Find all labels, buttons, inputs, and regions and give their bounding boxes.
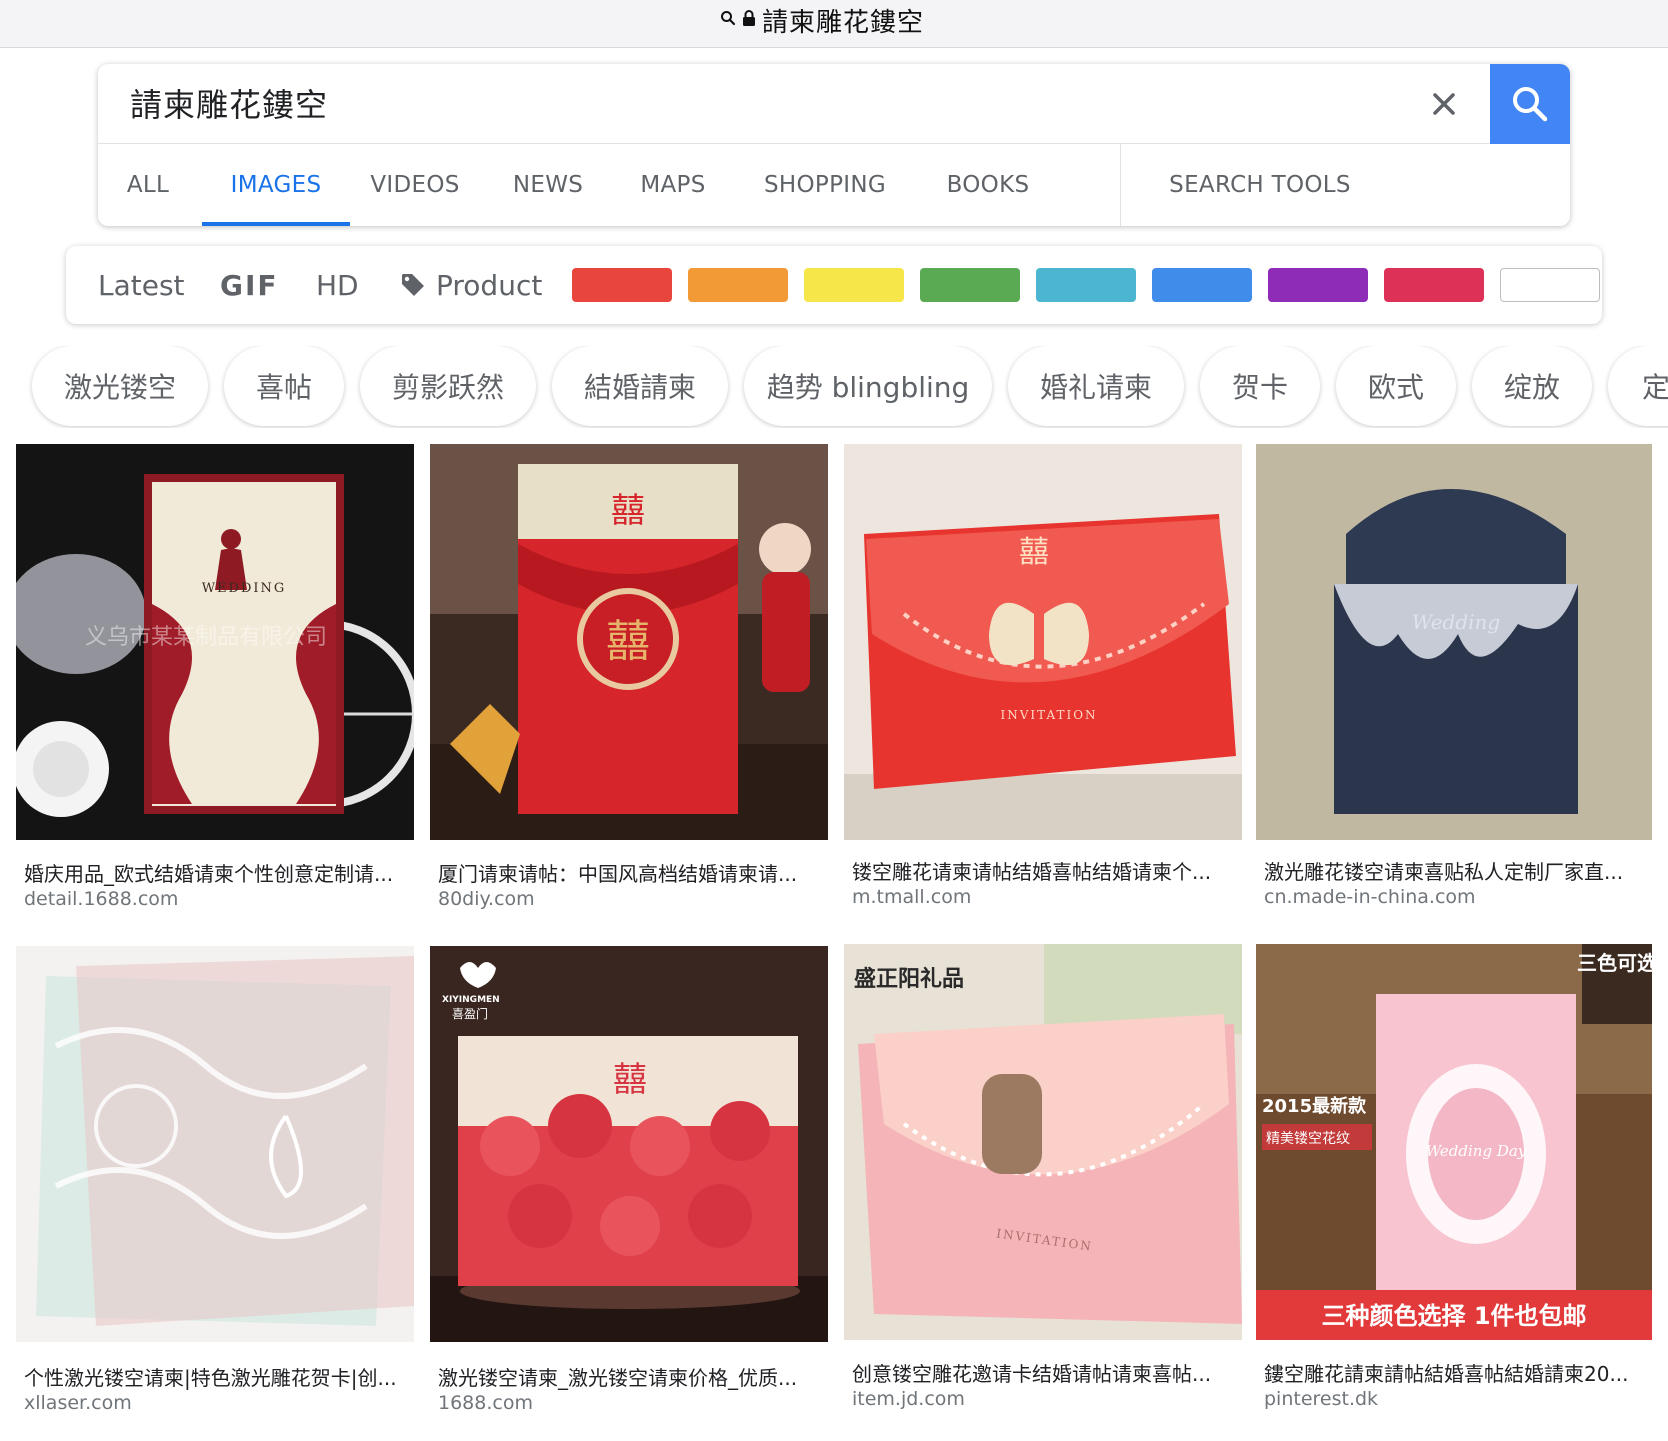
- filter-hd[interactable]: HD: [316, 246, 359, 324]
- chip-suggestion[interactable]: 绽放: [1472, 346, 1592, 426]
- search-input[interactable]: 請柬雕花鏤空: [130, 80, 328, 126]
- filter-product-label: Product: [436, 268, 543, 302]
- color-swatch-purple[interactable]: [1268, 268, 1368, 302]
- card-text: Wedding Day: [1426, 1142, 1527, 1160]
- clear-search-button[interactable]: [1418, 78, 1470, 130]
- color-swatch-orange[interactable]: [688, 268, 788, 302]
- tab-images[interactable]: IMAGES: [202, 144, 350, 226]
- color-swatch-yellow[interactable]: [804, 268, 904, 302]
- color-swatch-red[interactable]: [572, 268, 672, 302]
- result-source: xllaser.com: [24, 1392, 132, 1414]
- result-title[interactable]: 厦门请柬请帖：中国风高档结婚请柬请...: [438, 858, 828, 887]
- result-source: pinterest.dk: [1264, 1388, 1379, 1410]
- tag-icon: [402, 274, 424, 296]
- tab-shopping[interactable]: SHOPPING: [762, 144, 888, 226]
- color-swatch-blue[interactable]: [1152, 268, 1252, 302]
- tab-videos[interactable]: VIDEOS: [370, 144, 460, 226]
- result-title[interactable]: 个性激光镂空请柬|特色激光雕花贺卡|创...: [24, 1362, 414, 1391]
- year-text: 2015最新款: [1262, 1095, 1367, 1117]
- card-text: Wedding: [1412, 610, 1500, 634]
- search-button[interactable]: [1490, 64, 1570, 144]
- result-thumbnail[interactable]: Wedding: [1256, 444, 1654, 840]
- card-symbol-top: 囍: [611, 491, 645, 531]
- banner-text: 三种颜色选择 1件也包邮: [1321, 1302, 1586, 1330]
- result-thumbnail[interactable]: Wedding Day 三色可选 2015最新款 精美镂空花纹 三种颜色选择 1…: [1256, 944, 1654, 1340]
- chip-suggestion[interactable]: 喜帖: [224, 346, 344, 426]
- chip-suggestion[interactable]: 剪影跃然: [360, 346, 536, 426]
- tab-news[interactable]: NEWS: [508, 144, 588, 226]
- chip-suggestion[interactable]: 贺卡: [1200, 346, 1320, 426]
- tab-maps[interactable]: MAPS: [636, 144, 710, 226]
- result-thumbnail[interactable]: 囍 XIYINGMEN 喜盈门: [430, 946, 828, 1342]
- color-swatch-teal[interactable]: [1036, 268, 1136, 302]
- color-swatch-white[interactable]: [1500, 268, 1600, 302]
- result-source: m.tmall.com: [852, 886, 972, 908]
- card-text: INVITATION: [1000, 708, 1097, 722]
- close-icon: [1433, 93, 1455, 115]
- search-row: 請柬雕花鏤空: [98, 64, 1570, 144]
- chip-suggestion[interactable]: 婚礼请柬: [1008, 346, 1184, 426]
- result-title[interactable]: 激光镂空请柬_激光镂空请柬价格_优质...: [438, 1362, 828, 1391]
- result-source: cn.made-in-china.com: [1264, 886, 1476, 908]
- card-symbol: 囍: [1019, 535, 1049, 570]
- search-card: 請柬雕花鏤空 ALL IMAGES VIDEOS NEWS MAPS SHOPP…: [98, 64, 1570, 226]
- brand-text-cn: 喜盈门: [452, 1006, 488, 1021]
- subtitle-text: 精美镂空花纹: [1266, 1131, 1350, 1147]
- image-result[interactable]: INVITATION 盛正阳礼品 创意镂空雕花邀请卡结婚请帖请柬喜帖... it…: [844, 944, 1242, 1414]
- card-text: WEDDING: [202, 581, 287, 596]
- result-title[interactable]: 创意镂空雕花邀请卡结婚请帖请柬喜帖...: [852, 1358, 1242, 1387]
- image-result[interactable]: 囍 XIYINGMEN 喜盈门 激光镂空请柬_激光镂空请柬价格_优质... 16…: [430, 946, 828, 1416]
- search-tabs: ALL IMAGES VIDEOS NEWS MAPS SHOPPING BOO…: [98, 144, 1570, 226]
- result-source: detail.1688.com: [24, 888, 179, 910]
- filter-latest[interactable]: Latest: [98, 246, 185, 324]
- filter-bar: Latest GIF HD Product: [66, 246, 1602, 324]
- image-result[interactable]: Wedding Day 三色可选 2015最新款 精美镂空花纹 三种颜色选择 1…: [1256, 944, 1654, 1414]
- result-source: item.jd.com: [852, 1388, 965, 1410]
- brand-text: XIYINGMEN: [442, 995, 500, 1005]
- suggestion-chips: 激光镂空 喜帖 剪影跃然 結婚請柬 趋势 blingbling 婚礼请柬 贺卡 …: [0, 346, 1668, 428]
- url-display[interactable]: 請柬雕花鏤空: [720, 4, 925, 38]
- lock-icon: [742, 9, 756, 31]
- result-source: 1688.com: [438, 1392, 533, 1414]
- tab-divider: [1120, 144, 1121, 226]
- tab-all[interactable]: ALL: [118, 144, 178, 226]
- url-text: 請柬雕花鏤空: [762, 7, 925, 38]
- filter-gif[interactable]: GIF: [220, 246, 279, 324]
- result-title[interactable]: 激光雕花镂空请柬喜贴私人定制厂家直...: [1264, 856, 1654, 885]
- search-icon: [720, 10, 736, 30]
- brand-text: 盛正阳礼品: [854, 966, 964, 992]
- watermark-text: 义乌市某某制品有限公司: [85, 625, 327, 650]
- image-result[interactable]: Wedding 激光雕花镂空请柬喜贴私人定制厂家直... cn.made-in-…: [1256, 444, 1654, 914]
- result-title[interactable]: 鏤空雕花請柬請帖結婚喜帖結婚請柬20...: [1264, 1358, 1654, 1387]
- search-icon: [1513, 87, 1548, 122]
- tab-search-tools[interactable]: SEARCH TOOLS: [1158, 144, 1362, 226]
- color-swatch-green[interactable]: [920, 268, 1020, 302]
- image-result[interactable]: WEDDING 义乌市某某制品有限公司 婚庆用品_欧式结婚请柬个性创意定制请..…: [16, 444, 414, 914]
- corner-text: 三色可选: [1577, 951, 1652, 975]
- address-bar[interactable]: 請柬雕花鏤空: [0, 0, 1668, 48]
- filter-product[interactable]: Product: [400, 246, 542, 324]
- image-result[interactable]: 个性激光镂空请柬|特色激光雕花贺卡|创... xllaser.com: [16, 946, 414, 1416]
- chip-suggestion[interactable]: 結婚請柬: [552, 346, 728, 426]
- chip-suggestion[interactable]: 定: [1608, 346, 1668, 426]
- chip-suggestion[interactable]: 欧式: [1336, 346, 1456, 426]
- result-source: 80diy.com: [438, 888, 535, 910]
- chip-suggestion[interactable]: 激光镂空: [32, 346, 208, 426]
- result-thumbnail[interactable]: 囍 囍: [430, 444, 828, 840]
- result-thumbnail[interactable]: INVITATION 盛正阳礼品: [844, 944, 1242, 1340]
- card-symbol: 囍: [606, 616, 650, 667]
- chip-suggestion[interactable]: 趋势 blingbling: [744, 346, 992, 426]
- color-swatch-pink[interactable]: [1384, 268, 1484, 302]
- result-thumbnail[interactable]: [16, 946, 414, 1342]
- result-title[interactable]: 婚庆用品_欧式结婚请柬个性创意定制请...: [24, 858, 414, 887]
- card-symbol: 囍: [613, 1060, 647, 1100]
- image-result[interactable]: 囍 INVITATION 镂空雕花请柬请帖结婚喜帖结婚请柬个... m.tmal…: [844, 444, 1242, 914]
- result-thumbnail[interactable]: 囍 INVITATION: [844, 444, 1242, 840]
- image-result[interactable]: 囍 囍 厦门请柬请帖：中国风高档结婚请柬请... 80diy.com: [430, 444, 828, 914]
- result-thumbnail[interactable]: WEDDING 义乌市某某制品有限公司: [16, 444, 414, 840]
- result-title[interactable]: 镂空雕花请柬请帖结婚喜帖结婚请柬个...: [852, 856, 1242, 885]
- tab-books[interactable]: BOOKS: [938, 144, 1038, 226]
